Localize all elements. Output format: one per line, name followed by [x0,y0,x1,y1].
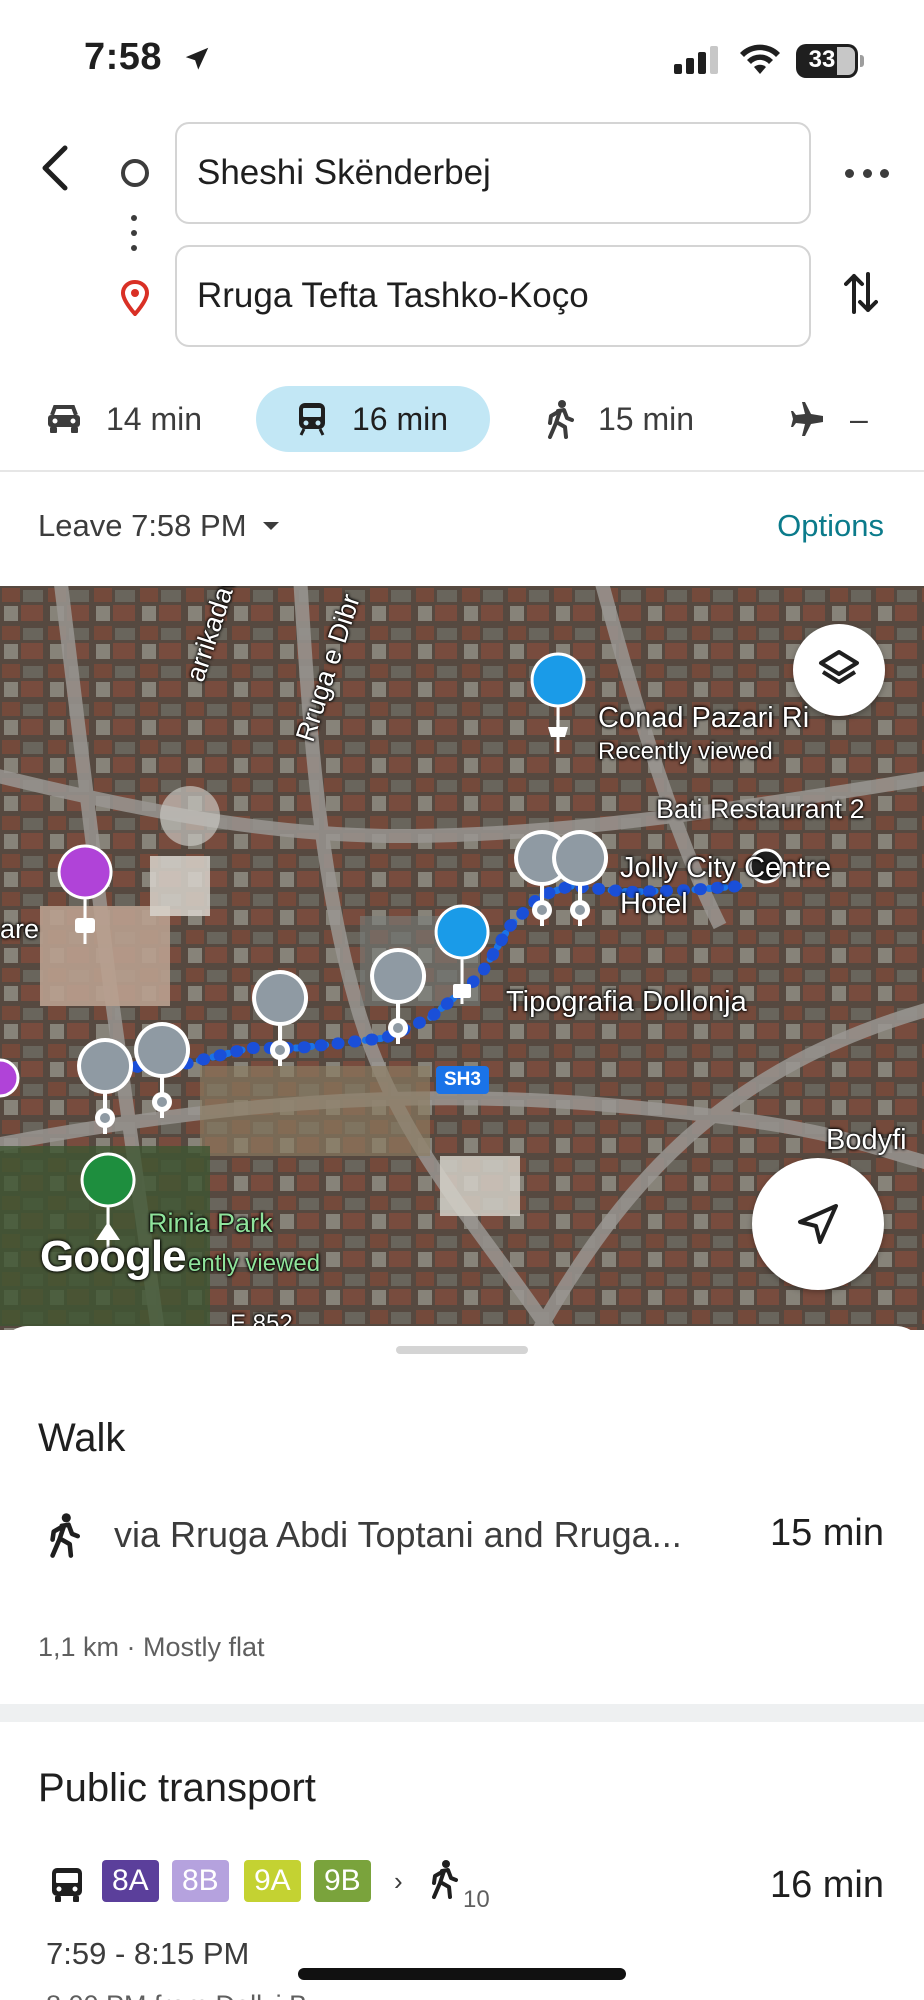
location-arrow-icon [185,47,209,70]
walk-duration: 15 min [598,400,695,437]
wifi-icon [740,44,780,74]
map-label-jolly[interactable]: Jolly City Centre [620,852,831,885]
tab-transit[interactable]: 16 min [256,386,490,452]
transit-route-option[interactable]: 8A 8B 9A 9B › 10 16 min [0,1856,924,1916]
public-transport-title: Public transport [38,1766,316,1810]
departure-time-label: Leave 7:58 PM [38,508,247,543]
swap-directions-icon[interactable] [844,270,878,316]
origin-field[interactable]: Sheshi Skënderbej [175,122,811,224]
route-dots-icon [131,215,139,260]
destination-pin-icon [120,280,150,316]
airplane-icon [791,402,823,436]
more-options-button[interactable] [845,158,889,188]
travel-mode-tabs: 14 min 16 min 15 min – [0,378,924,472]
transit-walk-minutes: 10 [463,1886,490,1913]
bus-icon [52,1868,82,1902]
walk-route-via: via Rruga Abdi Toptani and Rruga... [114,1514,682,1555]
map-label-conad-sub: Recently viewed [598,738,773,765]
line-badge-9a: 9A [244,1860,301,1902]
line-badge-8b: 8B [172,1860,229,1902]
destination-text: Rruga Tefta Tashko-Koço [197,276,589,315]
transit-duration: 16 min [352,400,449,437]
sheet-drag-handle[interactable] [396,1346,528,1354]
my-location-button[interactable] [752,1158,884,1290]
road-badge-sh3: SH3 [436,1066,489,1094]
status-bar: 7:58 33 [0,0,924,120]
back-arrow-icon [42,145,68,191]
walking-person-icon [50,1513,80,1558]
transit-time-range: 7:59 - 8:15 PM [46,1936,250,1971]
walk-route-option[interactable]: via Rruga Abdi Toptani and Rruga... 15 m… [0,1506,924,1566]
map-label-tipografia[interactable]: Tipografia Dollonja [506,986,747,1019]
chevron-right-icon: › [394,1866,403,1896]
tab-flight[interactable]: – [788,386,868,452]
status-time: 7:58 [84,36,163,78]
transit-duration-total: 16 min [769,1864,884,1906]
layers-button[interactable] [793,624,885,716]
battery-indicator: 33 [796,44,864,78]
origin-circle-icon [121,159,149,187]
tab-drive[interactable]: 14 min [46,386,202,452]
map-label-hotel: Hotel [620,888,688,920]
departure-time-selector[interactable]: Leave 7:58 PM [38,508,279,544]
tab-walk[interactable]: 15 min [546,386,694,452]
map-label-square[interactable]: are [0,914,39,945]
flight-duration: – [850,400,868,437]
walk-route-meta: 1,1 km · Mostly flat [38,1632,265,1662]
cellular-signal-icon [674,46,718,74]
line-badge-9b: 9B [314,1860,371,1902]
home-indicator[interactable] [298,1968,626,1980]
section-divider [0,1704,924,1722]
map-label-bati[interactable]: Bati Restaurant 2 [656,794,865,825]
map-label-conad[interactable]: Conad Pazari Ri [598,702,809,735]
line-badge-8a: 8A [102,1860,159,1902]
google-logo: Google [40,1232,187,1281]
options-link[interactable]: Options [777,508,884,544]
destination-field[interactable]: Rruga Tefta Tashko-Koço [175,245,811,347]
walk-section-title: Walk [38,1416,126,1460]
walk-route-duration: 15 min [769,1512,884,1554]
dropdown-caret-icon [262,522,279,530]
walking-person-icon [432,1860,458,1899]
directions-sheet[interactable]: Walk via Rruga Abdi Toptani and Rruga...… [0,1326,924,2000]
battery-level: 33 [808,46,836,73]
map-label-bodyfit[interactable]: Bodyfi [826,1124,907,1157]
navigation-arrow-icon [798,1204,838,1244]
map-view[interactable]: arrikadave Rruga e Dibr Conad Pazari Ri … [0,586,924,1330]
origin-text: Sheshi Skënderbej [197,153,491,192]
drive-duration: 14 min [106,400,203,437]
layers-icon [819,650,859,684]
walking-person-icon [548,400,574,439]
map-label-rinia-sub: ently viewed [188,1250,321,1277]
train-icon [299,403,325,436]
back-button[interactable] [30,140,80,196]
transit-next-departure: 8:00 PM from Dallxi B... [46,1990,330,2000]
car-icon [48,405,80,433]
